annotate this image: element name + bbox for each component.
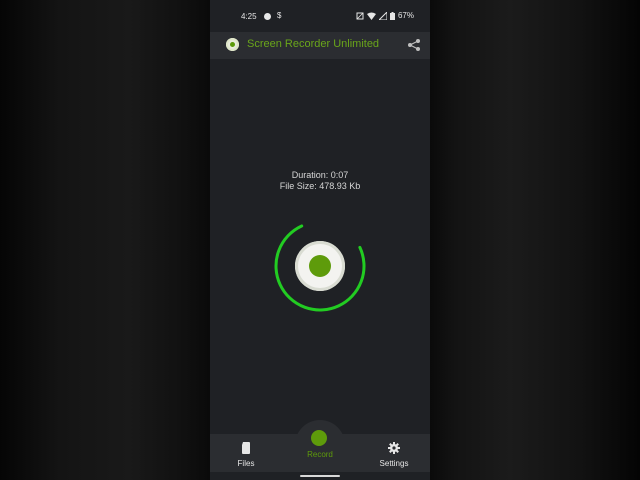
app-title: Screen Recorder Unlimited: [247, 38, 380, 50]
nav-record-label: Record: [307, 450, 333, 459]
nav-record[interactable]: Record: [285, 428, 355, 468]
nav-settings-label: Settings: [379, 459, 409, 468]
dot-icon: [264, 13, 271, 20]
status-time: 4:25: [241, 12, 257, 21]
file-size-text: File Size: 478.93 Kb: [279, 181, 361, 191]
recording-info: Duration: 0:07 File Size: 478.93 Kb: [210, 170, 430, 192]
phone-screen: 4:25 $ 67% Screen Recorder Unlimited Dur…: [210, 0, 430, 480]
app-notification-icon: $: [277, 11, 282, 20]
video-background-left: [0, 0, 210, 480]
home-indicator[interactable]: [300, 475, 340, 477]
record-indicator-icon: [309, 255, 331, 277]
app-bar: Screen Recorder Unlimited: [210, 32, 430, 59]
battery-icon: [389, 12, 395, 20]
nav-settings[interactable]: Settings: [359, 434, 429, 472]
duration-text: Duration: 0:07: [291, 170, 349, 180]
share-icon[interactable]: [407, 38, 421, 52]
file-icon: [242, 442, 250, 454]
status-bar: 4:25 $ 67%: [210, 0, 430, 32]
signal-icon: [378, 12, 387, 20]
app-logo-icon: [226, 38, 239, 51]
nav-files-label: Files: [237, 459, 255, 468]
bottom-navigation: Files Record Settings: [210, 430, 430, 472]
vibrate-icon: [356, 12, 364, 20]
wifi-icon: [366, 12, 376, 20]
record-icon: [311, 430, 327, 446]
battery-percent: 67%: [397, 11, 414, 20]
status-icons: 67%: [356, 12, 414, 20]
nav-files[interactable]: Files: [211, 434, 281, 472]
gear-icon: [388, 442, 400, 454]
video-background-right: [430, 0, 640, 480]
stop-recording-button[interactable]: [295, 241, 345, 291]
